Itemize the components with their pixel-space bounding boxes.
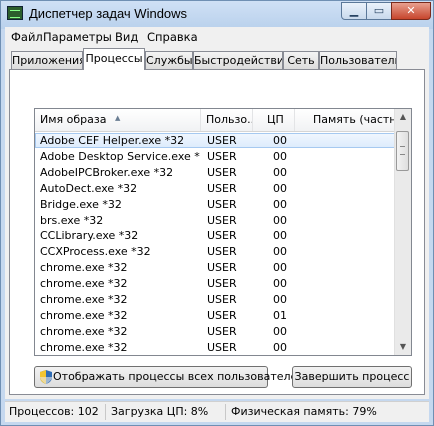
process-user: USER xyxy=(207,277,237,291)
column-user[interactable]: Пользо... xyxy=(201,109,253,131)
scroll-up-icon[interactable]: ▲ xyxy=(395,109,411,125)
process-cpu: 01 xyxy=(273,308,287,322)
process-cpu: 00 xyxy=(273,293,287,306)
process-user: USER xyxy=(207,261,237,275)
tab-users[interactable]: Пользователи xyxy=(319,51,397,69)
status-memory: Физическая память: 79% xyxy=(231,405,377,418)
process-user: USER xyxy=(207,213,237,227)
process-name: brs.exe *32 xyxy=(40,213,104,227)
table-row[interactable]: brs.exe *32 USER 00 xyxy=(35,213,397,228)
process-cpu: 00 xyxy=(273,340,287,354)
process-name: chrome.exe *32 xyxy=(40,277,128,291)
tab-network[interactable]: Сеть xyxy=(283,51,319,69)
process-name: CCXProcess.exe *32 xyxy=(40,245,151,259)
process-list[interactable]: Имя образа ▲ Пользо... ЦП Память (частны… xyxy=(34,108,412,356)
window-title: Диспетчер задач Windows xyxy=(29,6,188,21)
vertical-scrollbar[interactable]: ▲ ▼ xyxy=(394,109,411,355)
table-row[interactable]: CCLibrary.exe *32 USER 00 xyxy=(35,228,397,243)
table-row[interactable]: chrome.exe *32 USER 00 xyxy=(35,324,397,339)
scroll-down-icon[interactable]: ▼ xyxy=(395,339,411,355)
process-name: chrome.exe *32 xyxy=(40,261,128,275)
column-memory[interactable]: Память (частный xyxy=(295,109,397,131)
maximize-button[interactable]: ▭ xyxy=(366,2,392,20)
end-process-button[interactable]: Завершить процесс xyxy=(292,366,412,388)
uac-shield-icon xyxy=(40,370,52,384)
menu-help[interactable]: Справка xyxy=(147,30,198,44)
status-processes: Процессов: 102 xyxy=(9,405,99,418)
menu-view[interactable]: Вид xyxy=(115,30,138,44)
processes-panel: Имя образа ▲ Пользо... ЦП Память (частны… xyxy=(9,69,425,395)
process-cpu: 00 xyxy=(273,245,287,259)
process-cpu: 00 xyxy=(273,213,287,227)
close-button[interactable]: ✕ xyxy=(391,2,431,20)
process-cpu: 00 xyxy=(273,149,287,163)
process-user: USER xyxy=(207,197,237,211)
table-row[interactable]: Adobe CEF Helper.exe *32 USER 00 xyxy=(35,133,397,148)
tab-performance[interactable]: Быстродействие xyxy=(193,51,283,69)
column-cpu[interactable]: ЦП xyxy=(253,109,295,131)
process-name: chrome.exe *32 xyxy=(40,340,128,354)
column-image-name[interactable]: Имя образа ▲ xyxy=(35,109,201,131)
process-name: AdobeIPCBroker.exe *32 xyxy=(40,165,174,179)
tab-services[interactable]: Службы xyxy=(145,51,193,69)
minimize-button[interactable]: ▁ xyxy=(341,2,367,20)
list-header: Имя образа ▲ Пользо... ЦП Память (частны… xyxy=(35,109,397,132)
show-all-users-button[interactable]: Отображать процессы всех пользователей xyxy=(34,366,304,388)
process-cpu: 00 xyxy=(273,181,287,195)
process-user: USER xyxy=(207,340,237,354)
table-row[interactable]: Adobe Desktop Service.exe *32 USER 00 xyxy=(35,149,397,164)
process-user: USER xyxy=(207,134,237,147)
status-bar: Процессов: 102 Загрузка ЦП: 8% Физическа… xyxy=(5,401,429,422)
process-cpu: 00 xyxy=(273,261,287,275)
menu-bar: Файл Параметры Вид Справка xyxy=(5,27,429,47)
table-row[interactable]: CCXProcess.exe *32 USER 00 xyxy=(35,244,397,259)
process-user: USER xyxy=(207,293,237,306)
process-name: chrome.exe *32 xyxy=(40,293,128,306)
process-name: chrome.exe *32 xyxy=(40,324,128,338)
process-user: USER xyxy=(207,245,237,259)
client-area: Приложения Процессы Службы Быстродействи… xyxy=(5,47,429,399)
tab-applications[interactable]: Приложения xyxy=(11,51,83,69)
task-manager-window: Диспетчер задач Windows ▁ ▭ ✕ Файл Парам… xyxy=(0,0,434,426)
title-bar[interactable]: Диспетчер задач Windows ▁ ▭ ✕ xyxy=(1,1,433,27)
sort-ascending-icon: ▲ xyxy=(115,114,121,122)
process-name: Adobe Desktop Service.exe *32 xyxy=(40,149,200,163)
process-name: Adobe CEF Helper.exe *32 xyxy=(40,134,185,147)
process-cpu: 00 xyxy=(273,277,287,291)
table-row[interactable]: chrome.exe *32 USER 00 xyxy=(35,340,397,355)
process-cpu: 00 xyxy=(273,229,287,243)
process-cpu: 00 xyxy=(273,324,287,338)
process-user: USER xyxy=(207,149,237,163)
menu-file[interactable]: Файл xyxy=(11,30,43,44)
table-row[interactable]: chrome.exe *32 USER 00 xyxy=(35,260,397,275)
table-row[interactable]: chrome.exe *32 USER 00 xyxy=(35,276,397,291)
task-manager-icon xyxy=(7,6,23,20)
scroll-thumb[interactable] xyxy=(396,131,409,171)
table-row[interactable]: chrome.exe *32 USER 01 xyxy=(35,308,397,323)
table-row[interactable]: AdobeIPCBroker.exe *32 USER 00 xyxy=(35,165,397,180)
table-row[interactable]: AutoDect.exe *32 USER 00 xyxy=(35,181,397,196)
process-name: AutoDect.exe *32 xyxy=(40,181,138,195)
process-user: USER xyxy=(207,324,237,338)
process-cpu: 00 xyxy=(273,197,287,211)
process-name: CCLibrary.exe *32 xyxy=(40,229,139,243)
process-cpu: 00 xyxy=(273,134,287,147)
process-cpu: 00 xyxy=(273,165,287,179)
process-user: USER xyxy=(207,308,237,322)
process-user: USER xyxy=(207,165,237,179)
process-name: chrome.exe *32 xyxy=(40,308,128,322)
process-user: USER xyxy=(207,181,237,195)
status-cpu: Загрузка ЦП: 8% xyxy=(111,405,209,418)
tab-processes[interactable]: Процессы xyxy=(83,48,145,70)
table-row[interactable]: chrome.exe *32 USER 00 xyxy=(35,292,397,307)
menu-options[interactable]: Параметры xyxy=(43,30,112,44)
process-name: Bridge.exe *32 xyxy=(40,197,122,211)
process-user: USER xyxy=(207,229,237,243)
table-row[interactable]: Bridge.exe *32 USER 00 xyxy=(35,197,397,212)
